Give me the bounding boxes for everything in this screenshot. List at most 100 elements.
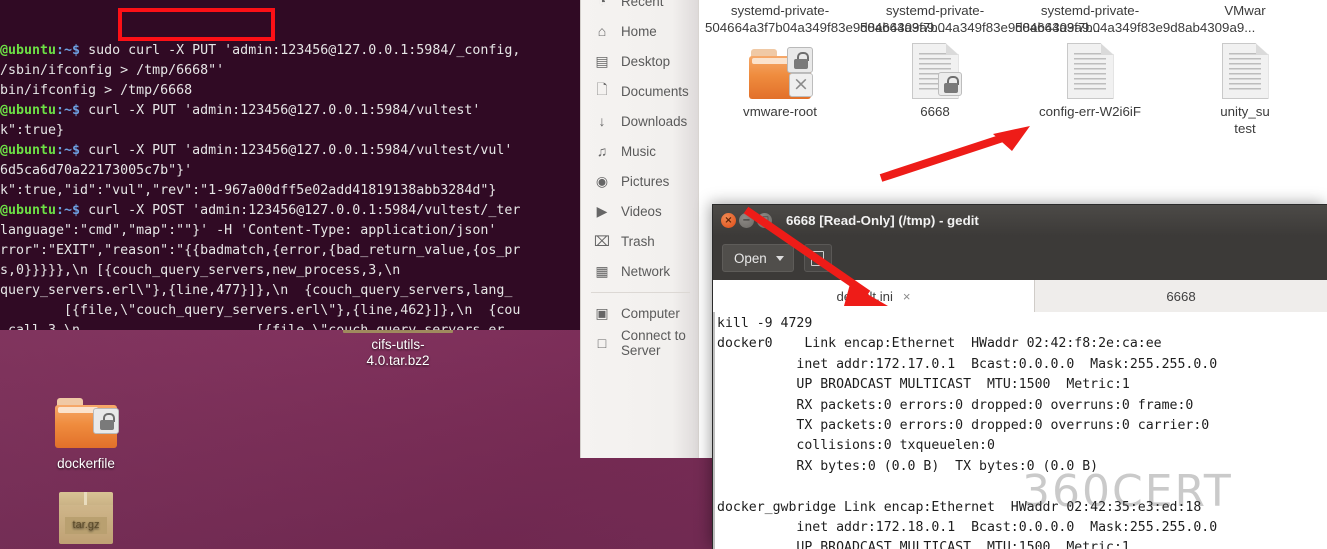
file-label: 6668: [920, 104, 950, 119]
terminal-line: rror":"EXIT","reason":"{{badmatch,{error…: [0, 243, 521, 258]
terminal-prompt-path: :~$: [56, 43, 81, 58]
terminal-window[interactable]: @ubuntu:~$ sudo curl -X PUT 'admin:12345…: [0, 0, 580, 330]
sidebar-item-label: Recent: [621, 0, 664, 9]
sidebar-item-downloads[interactable]: ↓ Downloads: [581, 106, 698, 136]
new-document-button[interactable]: +: [803, 244, 832, 272]
document-icon: 🗋: [596, 81, 608, 97]
terminal-line: k":true,"id":"vul","rev":"1-967a00dff5e0…: [0, 183, 497, 198]
file-item[interactable]: unity_su test: [1170, 43, 1320, 137]
open-button[interactable]: Open: [722, 244, 794, 272]
document-icon: [1015, 43, 1165, 99]
terminal-line: /sbin/ifconfig > /tmp/6668"': [0, 63, 225, 78]
minimize-button[interactable]: −: [739, 213, 754, 228]
document-icon: [1170, 43, 1320, 99]
sidebar-item-label: Videos: [621, 203, 662, 219]
close-icon[interactable]: ×: [903, 289, 911, 304]
terminal-line: @ubuntu:~$ curl -X PUT 'admin:123456@127…: [0, 103, 481, 118]
folder-locked-icon: [31, 398, 141, 452]
gedit-document-text[interactable]: kill -9 4729 docker0 Link encap:Ethernet…: [713, 312, 1327, 549]
computer-icon: ▣: [595, 304, 609, 321]
sidebar-item-label: Network: [621, 263, 671, 279]
sidebar-item-label: Trash: [621, 233, 655, 249]
maximize-button[interactable]: □: [757, 213, 772, 228]
gedit-toolbar[interactable]: Open +: [713, 236, 1327, 280]
terminal-prompt-user: @ubuntu: [0, 203, 57, 218]
sidebar-item-desktop[interactable]: ▤ Desktop: [581, 46, 698, 76]
tar-gz-icon: tar.gz: [31, 492, 141, 548]
desktop-icon-label: cifs-utils-4.0.tar.bz2: [366, 337, 430, 368]
close-button[interactable]: ×: [721, 213, 736, 228]
sidebar-item-music[interactable]: ♫ Music: [581, 136, 698, 166]
terminal-line: @ubuntu:~$ curl -X PUT 'admin:123456@127…: [0, 143, 513, 158]
file-item[interactable]: config-err-W2i6iF: [1015, 43, 1165, 120]
network-icon: ▦: [595, 262, 609, 279]
sidebar-item-videos[interactable]: ▶ Videos: [581, 196, 698, 226]
file-label: unity_su test: [1220, 104, 1270, 136]
tab-label: default.ini: [836, 288, 893, 304]
terminal-line: query_servers.erl\"},{line,477}]},\n {co…: [0, 283, 513, 298]
sidebar-item-label: Home: [621, 23, 657, 39]
tab-label: 6668: [1166, 288, 1196, 304]
sidebar-item-label: Computer: [621, 305, 680, 321]
new-document-icon: +: [811, 250, 825, 266]
terminal-prompt-user: @ubuntu: [0, 143, 57, 158]
sidebar-item-pictures[interactable]: ◉ Pictures: [581, 166, 698, 196]
tab-default-ini[interactable]: default.ini ×: [713, 280, 1035, 312]
gedit-tab-bar[interactable]: default.ini × 6668: [713, 280, 1327, 312]
terminal-line: s,0}}}}},\n [{couch_query_servers,new_pr…: [0, 263, 401, 278]
sidebar-item-network[interactable]: ▦ Network: [581, 256, 698, 286]
terminal-line: @ubuntu:~$ sudo curl -X PUT 'admin:12345…: [0, 43, 521, 58]
sidebar-item-computer[interactable]: ▣ Computer: [581, 298, 698, 328]
home-icon: ⌂: [597, 23, 607, 39]
desktop-icon-archive-gz[interactable]: tar.gz: [31, 492, 141, 549]
terminal-prompt-user: @ubuntu: [0, 43, 57, 58]
camera-icon: ◉: [595, 172, 609, 189]
desktop-icon-dockerfile[interactable]: dockerfile: [31, 398, 141, 471]
file-item-6668[interactable]: 6668: [860, 43, 1010, 120]
file-item[interactable]: VMwar: [1170, 0, 1320, 19]
sidebar-item-connect-to-server[interactable]: □ Connect to Server: [581, 328, 698, 358]
tab-6668[interactable]: 6668: [1035, 280, 1327, 312]
terminal-line: _call,3,\n [{file,\"couch_query_servers.…: [0, 321, 580, 330]
terminal-prompt-path: :~$: [56, 203, 81, 218]
desktop-icon-label: dockerfile: [57, 455, 115, 471]
file-item[interactable]: × vmware-root: [705, 43, 855, 120]
terminal-line: @ubuntu:~$ curl -X POST 'admin:123456@12…: [0, 203, 521, 218]
gedit-window-title: 6668 [Read-Only] (/tmp) - gedit: [786, 213, 979, 228]
file-manager-sidebar[interactable]: ◔ Recent ⌂ Home ▤ Desktop 🗋 Documents ↓ Downloads…: [581, 0, 699, 458]
file-item[interactable]: × systemd-private-504664a3f7b04a349f83e9…: [705, 0, 945, 36]
sidebar-item-label: Desktop: [621, 53, 671, 69]
terminal-output: @ubuntu:~$ sudo curl -X PUT 'admin:12345…: [0, 41, 580, 330]
file-label: vmware-root: [743, 104, 817, 119]
document-locked-icon: [860, 43, 1010, 99]
download-icon: ↓: [598, 113, 606, 129]
chevron-down-icon: [775, 255, 784, 261]
file-label: config-err-W2i6iF: [1039, 104, 1141, 119]
server-icon: □: [597, 335, 607, 351]
clock-icon: ◔: [597, 0, 607, 9]
sidebar-item-home[interactable]: ⌂ Home: [581, 16, 698, 46]
tar-gz-badge: tar.gz: [65, 517, 107, 534]
gedit-window[interactable]: × − □ 6668 [Read-Only] (/tmp) - gedit Op…: [713, 205, 1327, 549]
file-label: VMwar: [1224, 3, 1266, 18]
terminal-line: bin/ifconfig > /tmp/6668: [0, 83, 193, 98]
terminal-prompt-user: @ubuntu: [0, 103, 57, 118]
sidebar-item-recent[interactable]: ◔ Recent: [581, 0, 698, 16]
terminal-line: 6d5ca6d70a22173005c7b"}': [0, 163, 193, 178]
sidebar-item-documents[interactable]: 🗋 Documents: [581, 76, 698, 106]
open-button-label: Open: [734, 250, 767, 266]
terminal-prompt-path: :~$: [56, 103, 81, 118]
sidebar-item-label: Downloads: [621, 113, 688, 129]
sidebar-divider: [591, 292, 690, 293]
terminal-line: language":"cmd","map":""}' -H 'Content-T…: [0, 223, 497, 238]
sidebar-item-label: Documents: [621, 83, 689, 99]
trash-icon: ⌧: [593, 232, 611, 249]
folder-locked-x-icon: ×: [705, 43, 855, 99]
gedit-titlebar[interactable]: × − □ 6668 [Read-Only] (/tmp) - gedit: [713, 205, 1327, 236]
terminal-prompt-path: :~$: [56, 143, 81, 158]
sidebar-item-label: Pictures: [621, 173, 670, 189]
video-icon: ▶: [596, 202, 608, 219]
sidebar-item-trash[interactable]: ⌧ Trash: [581, 226, 698, 256]
file-item[interactable]: × systemd-private-504664a3f7b04a349f83e9…: [1015, 0, 1255, 36]
file-item[interactable]: × systemd-private-504664a3f7b04a349f83e9…: [860, 0, 1100, 36]
